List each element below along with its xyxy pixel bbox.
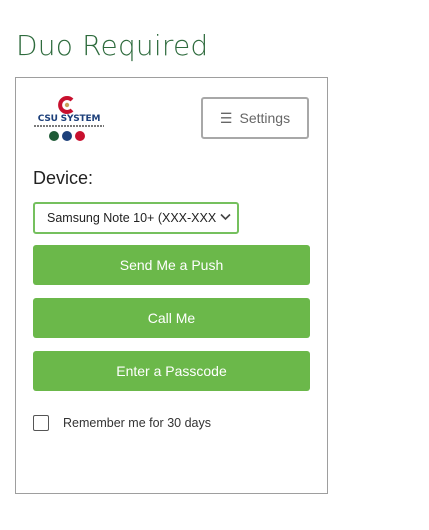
enter-passcode-button[interactable]: Enter a Passcode: [33, 351, 310, 391]
campus-seals: [49, 131, 85, 141]
call-me-button[interactable]: Call Me: [33, 298, 310, 338]
seal-red-icon: [75, 131, 85, 141]
remember-me-row: Remember me for 30 days: [33, 415, 211, 431]
seal-blue-icon: [62, 131, 72, 141]
hamburger-icon: ☰: [219, 110, 233, 126]
remember-me-checkbox[interactable]: [33, 415, 49, 431]
device-label: Device:: [33, 168, 94, 188]
logo-subtitle-line: [34, 125, 104, 127]
chevron-down-icon: [220, 213, 231, 221]
send-push-button[interactable]: Send Me a Push: [33, 245, 310, 285]
csu-system-logo: CSU SYSTEM: [34, 96, 104, 142]
settings-label: Settings: [239, 110, 291, 126]
settings-button[interactable]: ☰ Settings: [201, 97, 309, 139]
page-title: Duo Required: [16, 29, 209, 62]
device-select[interactable]: Samsung Note 10+ (XXX-XXX: [33, 202, 239, 234]
csu-c-logo-icon: [58, 96, 74, 114]
remember-me-label: Remember me for 30 days: [63, 416, 211, 430]
seal-green-icon: [49, 131, 59, 141]
logo-text: CSU SYSTEM: [37, 114, 101, 124]
device-select-value: Samsung Note 10+ (XXX-XXX: [47, 211, 217, 225]
duo-frame: CSU SYSTEM ☰ Settings Device: Samsung No…: [15, 77, 328, 494]
